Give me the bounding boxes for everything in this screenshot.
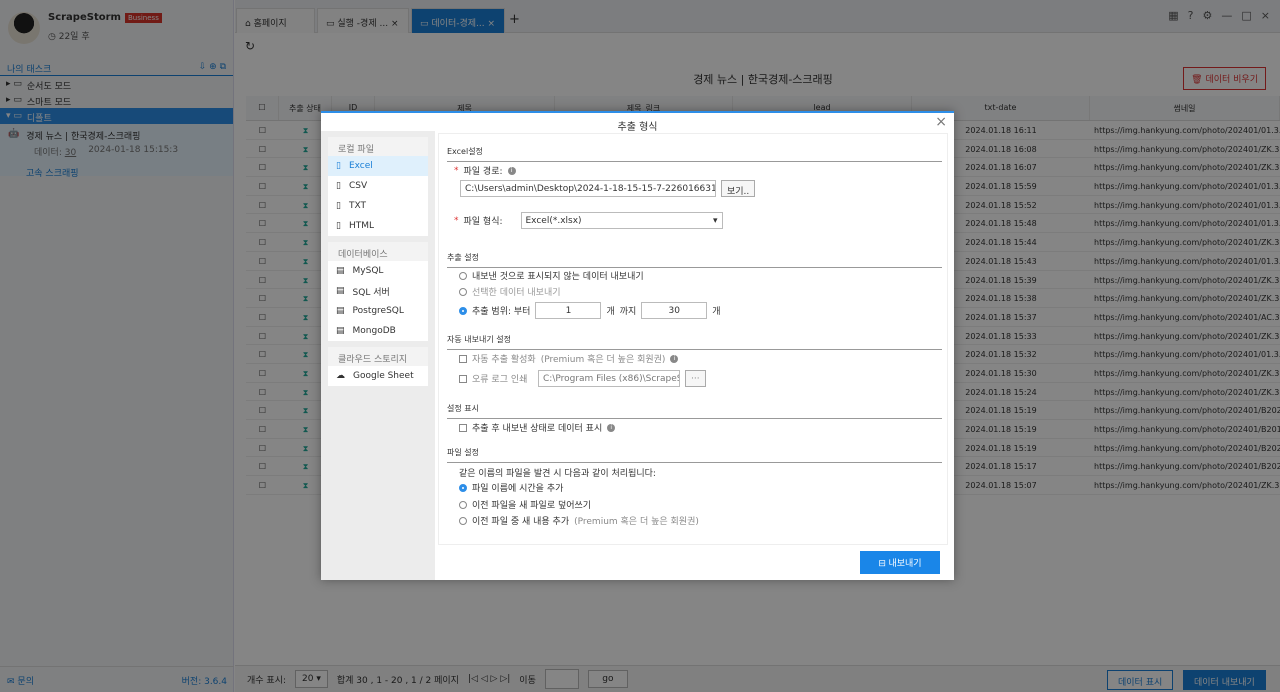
database-icon: ▤: [336, 326, 345, 336]
radio-icon: [459, 516, 467, 525]
radio-icon: [459, 306, 467, 315]
extract-section: 추출 설정: [447, 252, 942, 268]
group-title: 로컬 파일: [328, 137, 428, 156]
export-format-dialog: 추출 형식 × 로컬 파일 ▯ Excel ▯ CSV ▯ TXT ▯ HTML 데이터…: [321, 111, 954, 580]
file-section: 파일 설정: [447, 447, 942, 463]
radio-icon: [459, 483, 467, 492]
range-from-input[interactable]: 1: [535, 302, 602, 319]
auto-export-option[interactable]: 자동 추출 활성화 (Premium 혹은 더 높은 회원권) i: [459, 352, 679, 365]
info-icon: i: [507, 166, 516, 175]
database-icon: ▤: [336, 286, 345, 296]
app-window: ScrapeStorm Business ◷ 22일 후 나의 태스크 ⇩ ⊕ ⧉ …: [0, 0, 1280, 692]
dialog-title: 추출 형식: [321, 111, 954, 133]
db-sqlserver[interactable]: ▤ SQL 서버: [328, 281, 428, 301]
checkbox-icon: [459, 374, 467, 383]
file-icon: ▯: [336, 201, 341, 211]
cloud-group: 클라우드 스토리지 ☁ Google Sheet: [328, 347, 428, 386]
db-mongodb[interactable]: ▤ MongoDB: [328, 321, 428, 341]
error-log-option[interactable]: 오류 로그 인쇄C:\Program Files (x86)\ScrapeSto…: [459, 370, 706, 387]
format-row: * 파일 형식: Excel(*.xlsx) ▾: [454, 212, 723, 229]
local-file-group: 로컬 파일 ▯ Excel ▯ CSV ▯ TXT ▯ HTML: [328, 137, 428, 236]
checkbox-icon: [459, 354, 467, 363]
file-icon: ▯: [336, 161, 341, 171]
auto-export-section: 자동 내보내기 설정: [447, 334, 942, 350]
display-section: 설정 표시: [447, 403, 942, 419]
group-title: 데이터베이스: [328, 242, 428, 261]
format-csv[interactable]: ▯ CSV: [328, 176, 428, 196]
file-icon: ▯: [336, 181, 341, 191]
option-range[interactable]: 추출 범위: 부터 1 개 까지 30 개: [459, 302, 721, 319]
database-icon: ▤: [336, 306, 345, 316]
browse-button[interactable]: 보기..: [721, 180, 756, 197]
db-mysql[interactable]: ▤ MySQL: [328, 261, 428, 281]
dialog-close-icon[interactable]: ×: [935, 114, 947, 130]
export-icon: ⊟: [878, 558, 886, 568]
format-list-panel: 로컬 파일 ▯ Excel ▯ CSV ▯ TXT ▯ HTML 데이터베이스 ▤ MyS…: [321, 131, 435, 580]
log-path-button[interactable]: ···: [685, 370, 706, 387]
excel-section: Excel설정: [447, 146, 942, 162]
database-group: 데이터베이스 ▤ MySQL ▤ SQL 서버 ▤ PostgreSQL ▤ Mongo…: [328, 242, 428, 341]
file-option-overwrite[interactable]: 이전 파일을 새 파일로 덮어쓰기: [459, 498, 591, 511]
radio-icon: [459, 287, 467, 296]
path-label: 파일 경로:: [463, 167, 503, 177]
settings-panel: Excel설정 * 파일 경로: i C:\Users\admin\Desktop\…: [438, 133, 948, 545]
info-icon: i: [670, 354, 679, 363]
database-icon: ▤: [336, 266, 345, 276]
option-unexported[interactable]: 내보낸 것으로 표시되지 않는 데이터 내보내기: [459, 269, 644, 282]
cloud-google-sheet[interactable]: ☁ Google Sheet: [328, 366, 428, 386]
export-button[interactable]: ⊟ 내보내기: [860, 551, 940, 574]
log-path-input[interactable]: C:\Program Files (x86)\ScrapeStorm\: [538, 370, 680, 387]
info-icon: i: [607, 423, 616, 432]
file-option-append[interactable]: 이전 파일 중 새 내용 추가 (Premium 혹은 더 높은 회원권): [459, 514, 699, 527]
file-option-time[interactable]: 파일 이름에 시간을 추가: [459, 481, 563, 494]
radio-icon: [459, 271, 467, 280]
cloud-icon: ☁: [336, 371, 345, 381]
file-format-select[interactable]: Excel(*.xlsx) ▾: [520, 212, 723, 229]
display-option[interactable]: 추출 후 내보낸 상태로 데이터 표시 i: [459, 421, 616, 434]
chevron-down-icon: ▾: [712, 216, 718, 226]
format-txt[interactable]: ▯ TXT: [328, 196, 428, 216]
file-description: 같은 이름의 파일을 발견 시 다음과 같이 처리됩니다:: [459, 469, 656, 479]
format-html[interactable]: ▯ HTML: [328, 216, 428, 236]
path-label-row: * 파일 경로: i: [454, 164, 516, 177]
checkbox-icon: [459, 423, 467, 432]
section-title: Excel설정: [447, 146, 942, 162]
premium-note: (Premium 혹은 더 높은 회원권): [540, 355, 666, 365]
path-row: C:\Users\admin\Desktop\2024-1-18-15-15-7…: [460, 180, 756, 197]
file-icon: ▯: [336, 221, 341, 231]
group-title: 클라우드 스토리지: [328, 347, 428, 366]
format-excel[interactable]: ▯ Excel: [328, 156, 428, 176]
db-postgresql[interactable]: ▤ PostgreSQL: [328, 301, 428, 321]
format-label: 파일 형식:: [463, 217, 503, 227]
radio-icon: [459, 500, 467, 509]
range-to-input[interactable]: 30: [641, 302, 708, 319]
file-path-input[interactable]: C:\Users\admin\Desktop\2024-1-18-15-15-7…: [460, 180, 716, 197]
option-selected[interactable]: 선택한 데이터 내보내기: [459, 285, 561, 298]
